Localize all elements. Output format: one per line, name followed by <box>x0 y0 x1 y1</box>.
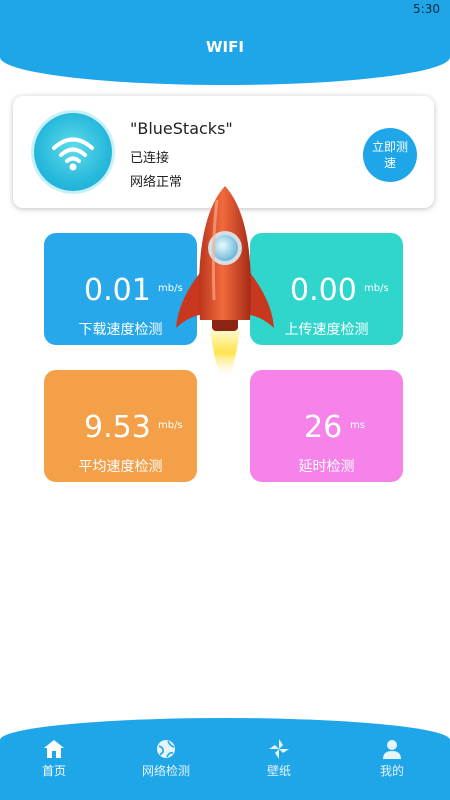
globe-icon <box>157 740 175 758</box>
nav-network-test[interactable]: 网络检测 <box>121 738 211 779</box>
nav-home-label: 首页 <box>41 764 66 778</box>
nav-home[interactable]: 首页 <box>9 738 99 779</box>
connection-status: 已连接 <box>130 151 170 166</box>
average-speed-label: 平均速度检测 <box>78 459 163 475</box>
latency-unit: ms <box>350 420 365 431</box>
download-speed-value: 0.01 <box>84 273 151 308</box>
rocket-icon <box>176 186 274 380</box>
app-header: 5:30 WIFI <box>0 0 450 85</box>
bottom-navigation: 首页 网络检测 壁纸 我的 <box>0 718 450 800</box>
nav-mine[interactable]: 我的 <box>347 738 437 779</box>
wifi-ssid: "BlueStacks" <box>130 119 233 138</box>
upload-speed-unit: mb/s <box>364 283 389 294</box>
nav-wallpaper-label: 壁纸 <box>266 764 291 778</box>
nav-mine-label: 我的 <box>379 764 404 778</box>
pinwheel-icon <box>269 739 289 759</box>
person-icon <box>383 740 401 759</box>
wifi-icon <box>34 113 112 191</box>
status-time: 5:30 <box>413 2 440 16</box>
nav-wallpaper[interactable]: 壁纸 <box>234 738 324 779</box>
home-icon <box>44 740 64 758</box>
latency-value: 26 <box>304 410 343 445</box>
nav-network-label: 网络检测 <box>141 764 190 778</box>
page-title: WIFI <box>206 38 244 56</box>
average-speed-value: 9.53 <box>84 410 151 445</box>
upload-speed-value: 0.00 <box>290 273 357 308</box>
speed-test-button[interactable]: 立即测速 <box>363 128 417 182</box>
latency-label: 延时检测 <box>298 459 355 475</box>
